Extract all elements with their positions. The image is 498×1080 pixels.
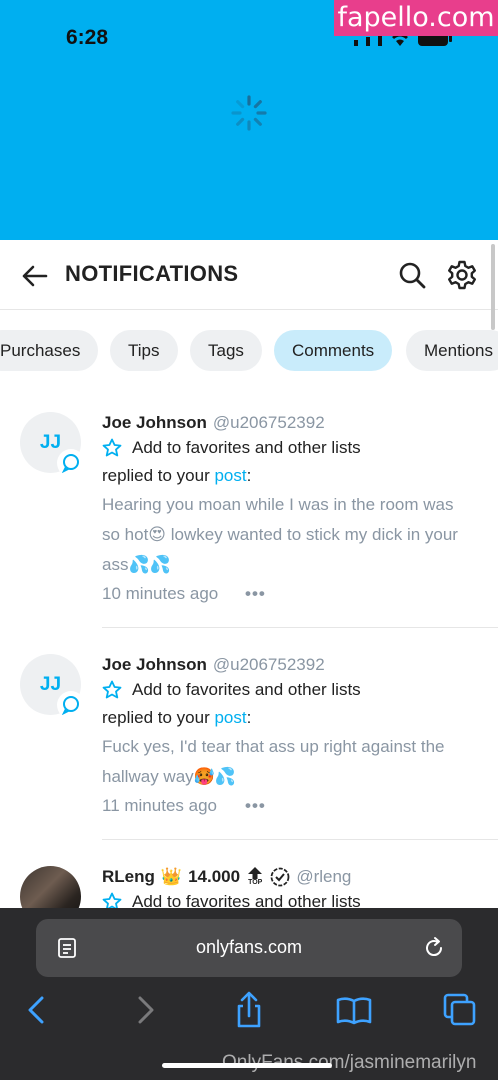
user-name-row[interactable]: Joe Johnson @u206752392 bbox=[102, 655, 325, 675]
verified-icon bbox=[270, 867, 290, 887]
post-link[interactable]: post bbox=[214, 466, 246, 485]
user-name-row[interactable]: RLeng 👑 14.000 TOP @rleng bbox=[102, 867, 351, 887]
status-time: 6:28 bbox=[66, 26, 109, 49]
user-name[interactable]: RLeng bbox=[102, 867, 155, 887]
browser-forward-icon[interactable] bbox=[124, 990, 164, 1030]
favorites-label: Add to favorites and other lists bbox=[132, 680, 361, 699]
page-header: NOTIFICATIONS bbox=[0, 240, 498, 310]
star-icon bbox=[102, 438, 122, 457]
comment-text: Fuck yes, I'd tear that ass up right aga… bbox=[102, 737, 445, 786]
bookmarks-icon[interactable] bbox=[334, 990, 374, 1030]
avatar-initials: JJ bbox=[39, 674, 62, 695]
reload-icon[interactable] bbox=[422, 936, 446, 960]
signal-bar bbox=[366, 37, 370, 46]
replied-colon: : bbox=[246, 466, 252, 485]
arrow-up-icon bbox=[248, 867, 263, 879]
top-badge: TOP bbox=[248, 867, 262, 887]
post-link[interactable]: post bbox=[214, 708, 246, 727]
search-icon[interactable] bbox=[397, 260, 427, 290]
replied-line: replied to your post: bbox=[102, 708, 251, 728]
browser-back-icon[interactable] bbox=[18, 990, 58, 1030]
url-text[interactable]: onlyfans.com bbox=[36, 937, 462, 958]
add-to-favorites-button[interactable]: Add to favorites and other lists bbox=[102, 680, 361, 700]
time-ago: 11 minutes ago bbox=[102, 796, 217, 815]
user-handle[interactable]: @rleng bbox=[296, 867, 351, 887]
top-label: TOP bbox=[248, 879, 263, 886]
signal-bar bbox=[354, 40, 358, 46]
comment-badge-icon bbox=[57, 449, 85, 477]
user-score: 14.000 bbox=[188, 867, 241, 886]
comment-text: Hearing you moan while I was in the room… bbox=[102, 495, 458, 574]
divider bbox=[102, 627, 498, 628]
gear-icon[interactable] bbox=[447, 260, 477, 290]
watermark-top: fapello.com bbox=[334, 0, 498, 36]
tab-tips[interactable]: Tips bbox=[110, 330, 178, 371]
user-handle[interactable]: @u206752392 bbox=[213, 655, 325, 674]
page-title: NOTIFICATIONS bbox=[65, 261, 239, 286]
divider bbox=[102, 839, 498, 840]
crown-icon: 👑 bbox=[160, 867, 183, 886]
filter-tabs: Purchases Tips Tags Comments Mentions bbox=[0, 330, 498, 372]
comment-badge-icon bbox=[57, 691, 85, 719]
replied-text: replied to your bbox=[102, 466, 215, 485]
tab-tags[interactable]: Tags bbox=[190, 330, 262, 371]
loading-spinner-icon bbox=[231, 95, 267, 131]
avatar-initials: JJ bbox=[39, 432, 62, 453]
tab-comments[interactable]: Comments bbox=[274, 330, 393, 371]
tab-mentions[interactable]: Mentions bbox=[406, 330, 498, 371]
back-arrow-icon[interactable] bbox=[20, 262, 48, 290]
scrollbar[interactable] bbox=[491, 244, 495, 330]
more-options-button[interactable]: ••• bbox=[245, 584, 266, 604]
add-to-favorites-button[interactable]: Add to favorites and other lists bbox=[102, 438, 361, 458]
user-name-row[interactable]: Joe Johnson @u206752392 bbox=[102, 413, 325, 433]
user-name[interactable]: Joe Johnson bbox=[102, 655, 207, 674]
more-options-button[interactable]: ••• bbox=[245, 796, 266, 816]
tabs-icon[interactable] bbox=[440, 990, 480, 1030]
user-handle[interactable]: @u206752392 bbox=[213, 413, 325, 432]
home-indicator[interactable] bbox=[162, 1063, 332, 1068]
avatar[interactable]: JJ bbox=[20, 412, 85, 477]
favorites-label: Add to favorites and other lists bbox=[132, 438, 361, 457]
address-bar[interactable]: onlyfans.com bbox=[36, 919, 462, 977]
avatar[interactable]: JJ bbox=[20, 654, 85, 719]
status-bar-area: 6:28 bbox=[0, 0, 498, 240]
share-icon[interactable] bbox=[229, 990, 269, 1030]
user-name[interactable]: Joe Johnson bbox=[102, 413, 207, 432]
replied-line: replied to your post: bbox=[102, 466, 251, 486]
replied-colon: : bbox=[246, 708, 252, 727]
tab-purchases[interactable]: Purchases bbox=[0, 330, 99, 371]
time-ago: 10 minutes ago bbox=[102, 584, 219, 603]
star-icon bbox=[102, 680, 122, 699]
replied-text: replied to your bbox=[102, 708, 215, 727]
